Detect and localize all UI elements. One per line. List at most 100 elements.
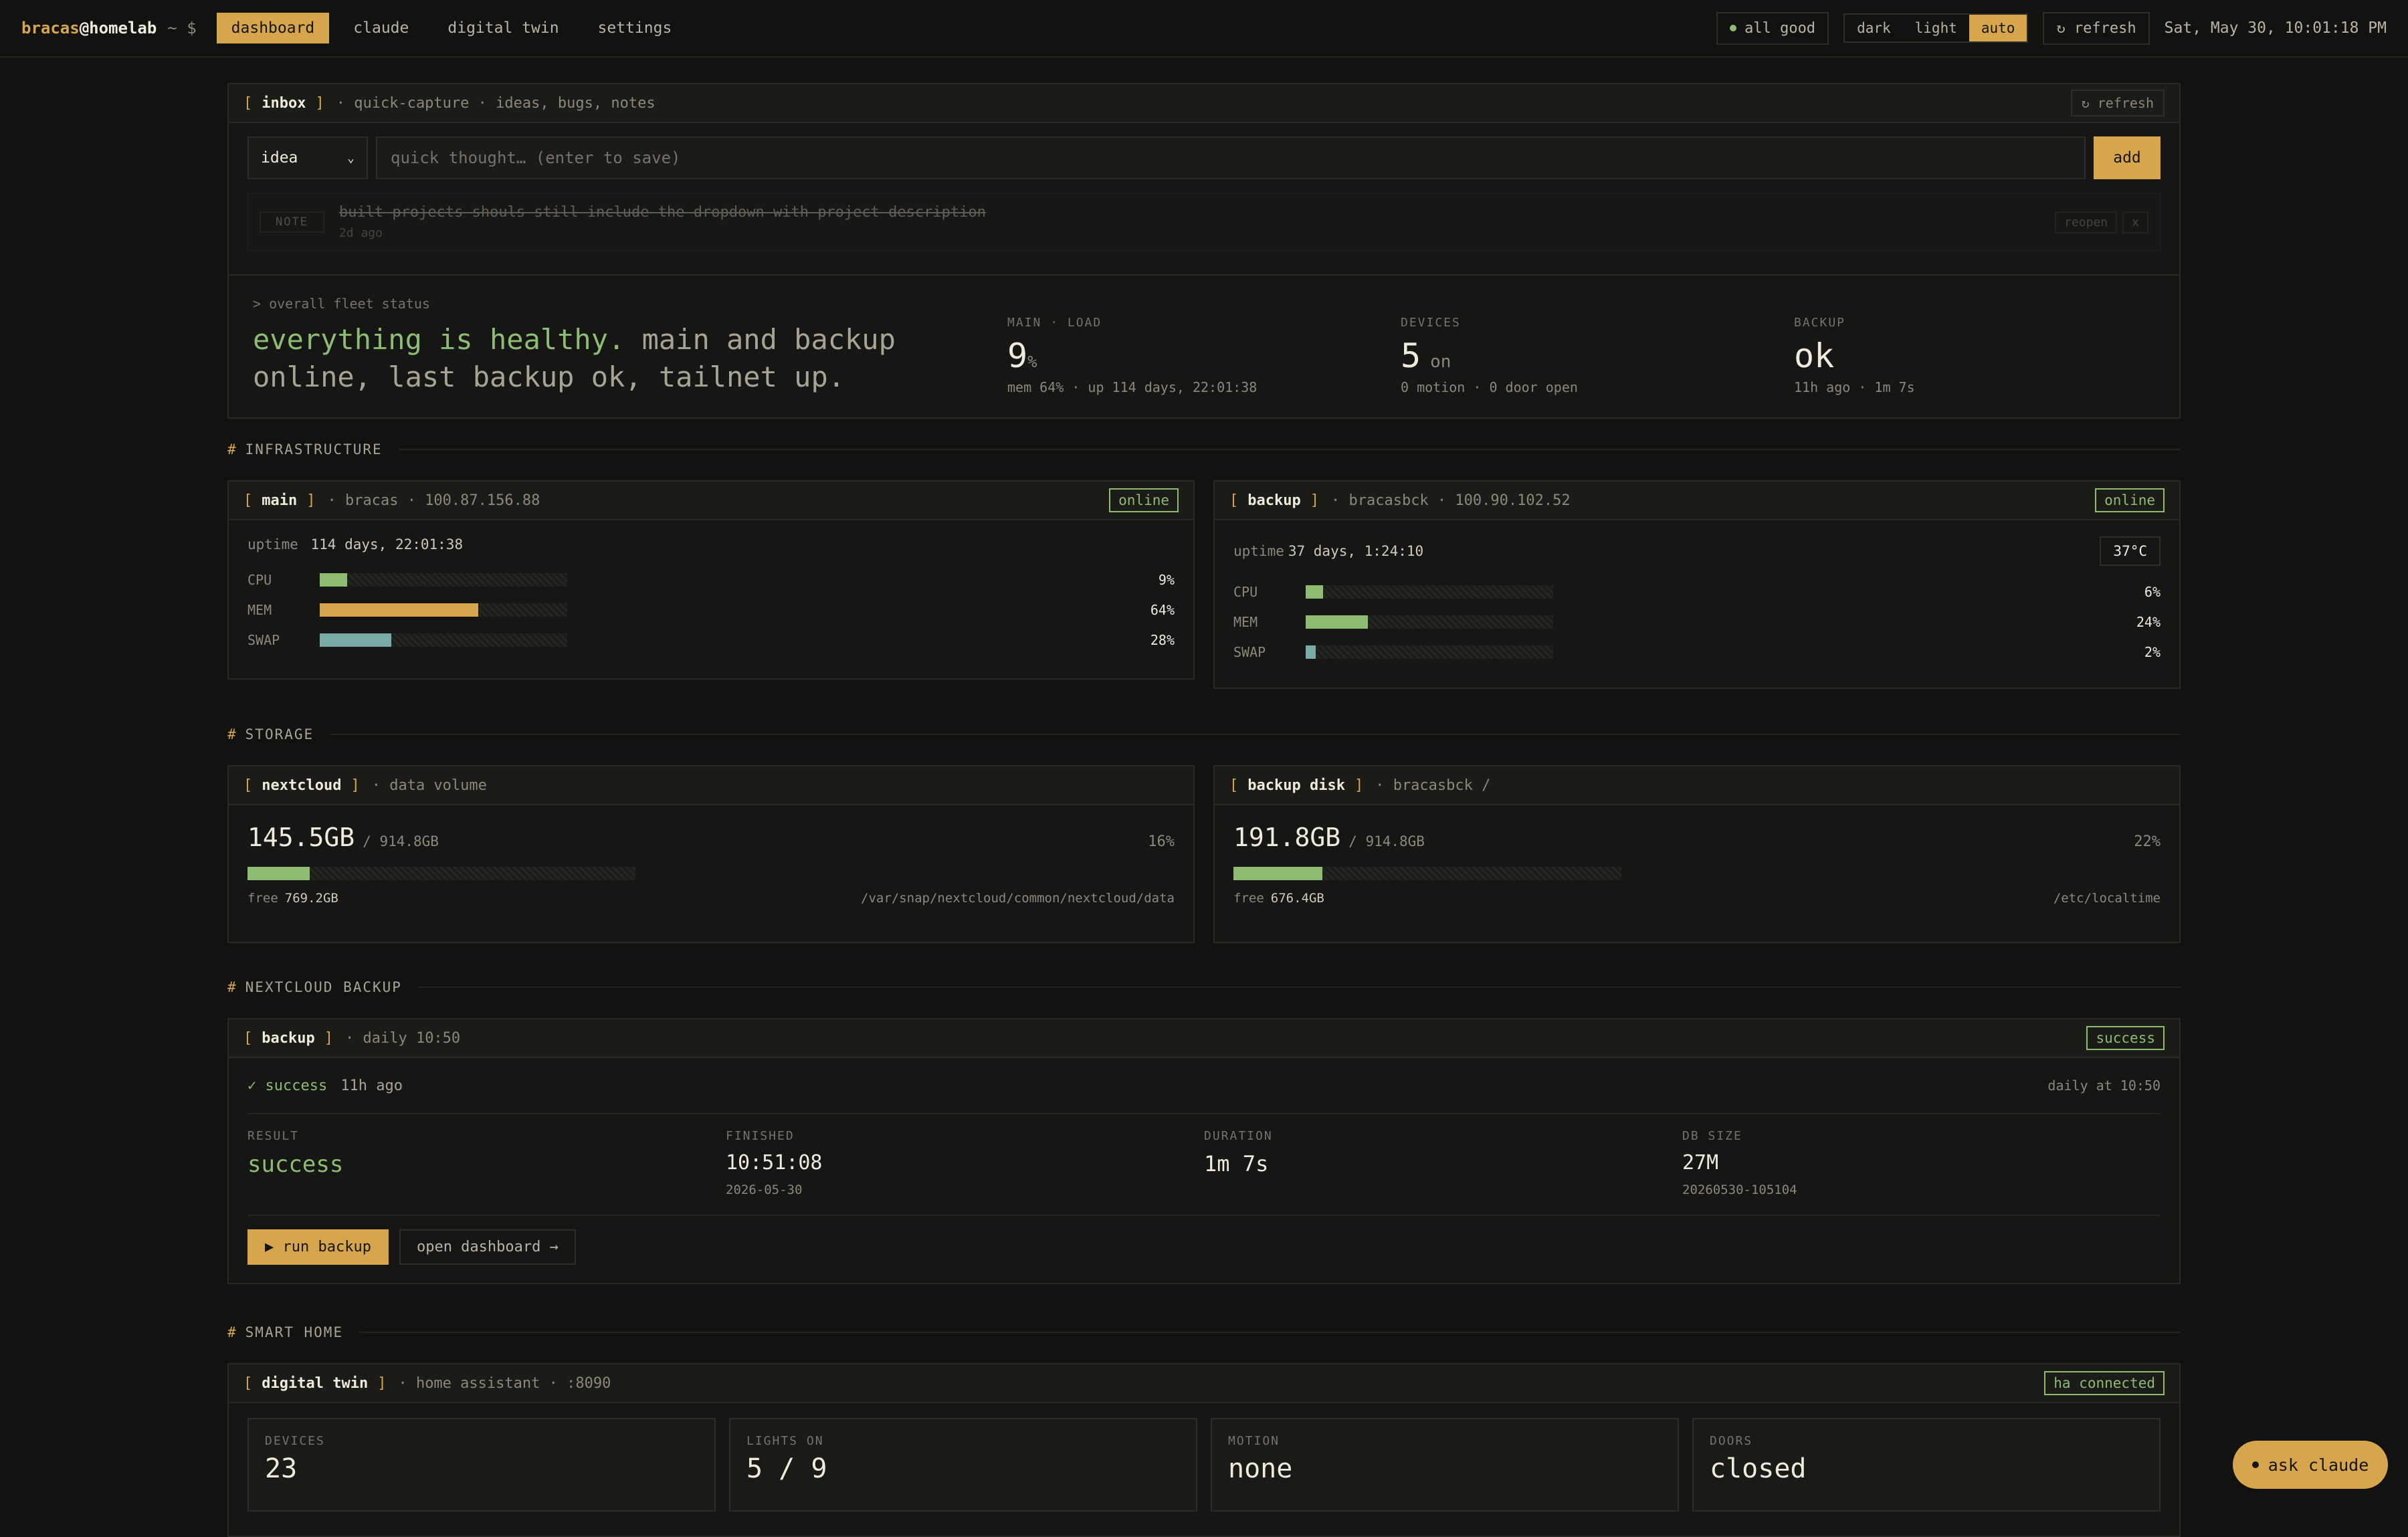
digital-twin-header: [ digital twin ] · home assistant · :809… [229,1364,2179,1403]
storage-bar [1233,867,1621,880]
inbox-header: [ inbox ] · quick-capture · ideas, bugs,… [229,84,2179,123]
storage-bar-fill [247,867,310,880]
fleet-summary: everything is healthy. main and backup o… [253,321,922,396]
stat-backup: BACKUP ok 11h ago · 1m 7s [1794,316,1915,395]
result-label: RESULT [247,1129,300,1143]
metric-value: 9% [1158,571,1175,588]
note-age: 2d ago [338,226,383,240]
note-reopen-button[interactable]: reopen [2055,211,2118,233]
top-right-controls: all good dark light auto ↻ refresh Sat, … [1716,11,2387,45]
metric-row-mem: MEM 64% [247,595,1175,625]
tile-value: 23 [265,1453,298,1484]
metric-value: 24% [2136,613,2161,630]
metric-row-swap: SWAP 28% [247,625,1175,655]
storage-subtitle: · data volume [371,777,487,794]
metric-bar [320,573,567,587]
inbox-refresh-button[interactable]: ↻ refresh [2070,90,2165,116]
bracket-open: [ [1229,492,1239,509]
backup-subtitle: · daily 10:50 [344,1029,461,1047]
host-metrics: CPU 9% MEM 64% SWAP 28% [229,552,1193,655]
nav-claude[interactable]: claude [338,13,423,43]
backup-duration: DURATION 1m 7s [1204,1114,1682,1215]
bracket-close: ] [315,94,324,112]
metric-label: MEM [247,601,272,618]
tile-lights-on[interactable]: LIGHTS ON 5 / 9 [729,1418,1197,1512]
finished-label: FINISHED [726,1129,795,1143]
metric-bar-fill [1306,585,1323,599]
theme-dark-button[interactable]: dark [1845,15,1903,41]
section-hash: # [227,1324,237,1340]
metric-row-cpu: CPU 6% [1233,577,2161,607]
ask-claude-label: ask claude [2268,1455,2369,1475]
add-button[interactable]: add [2094,136,2161,179]
metric-bar-fill [320,633,392,647]
theme-light-button[interactable]: light [1903,15,1969,41]
main-content: [ inbox ] · quick-capture · ideas, bugs,… [227,83,2181,1537]
backup-db-size: DB SIZE 27M 20260530-105104 [1682,1114,2161,1215]
fleet-healthy: everything is healthy. [253,323,625,356]
nav-dashboard[interactable]: dashboard [216,13,330,43]
theme-auto-button[interactable]: auto [1969,15,2027,41]
uptime-value: 37 days, 1:24:10 [1288,543,1424,559]
uptime-label: uptime [247,536,298,552]
temperature-badge: 37°C [2100,536,2161,566]
tile-doors[interactable]: DOORS closed [1692,1418,2161,1512]
metric-bar [320,633,567,647]
system-status-pill[interactable]: all good [1716,11,1829,45]
metric-value: 6% [2144,583,2161,600]
stat-main-load: MAIN · LOAD 9% mem 64% · up 114 days, 22… [1007,316,1257,395]
bracket-open: [ [243,492,253,509]
digital-twin-card: [ digital twin ] · home assistant · :809… [227,1363,2181,1537]
stat-value: 5 [1401,336,1421,375]
section-hash: # [227,979,237,995]
refresh-button[interactable]: ↻ refresh [2043,11,2150,45]
ask-claude-button[interactable]: ask claude [2233,1441,2388,1489]
bracket-open: [ [243,777,253,794]
stat-sub: 11h ago · 1m 7s [1794,379,1915,395]
backup-status-badge: success [2086,1026,2165,1050]
uptime-value: 114 days, 22:01:38 [310,536,464,552]
top-bar: bracas @homelab ~ $ dashboard claude dig… [0,0,2408,58]
tile-value: none [1228,1453,1293,1484]
metric-label: SWAP [1233,643,1266,660]
quick-thought-placeholder: quick thought… (enter to save) [391,148,681,167]
digital-twin-subtitle: · home assistant · :8090 [398,1374,611,1392]
storage-path: /etc/localtime [2053,891,2161,906]
metric-value: 2% [2144,643,2161,660]
backup-card: [ backup ] · daily 10:50 success ✓ succe… [227,1018,2181,1284]
finished-date: 2026-05-30 [726,1183,803,1197]
theme-switcher: dark light auto [1843,13,2029,43]
section-divider [417,987,2181,988]
tile-motion[interactable]: MOTION none [1211,1418,1679,1512]
tile-devices[interactable]: DEVICES 23 [247,1418,716,1512]
nav-digital-twin[interactable]: digital twin [433,13,573,43]
stat-sub: 0 motion · 0 door open [1401,379,1578,395]
metric-label: CPU [247,571,272,588]
tile-label: LIGHTS ON [746,1434,824,1448]
run-backup-button[interactable]: ▶ run backup [247,1229,389,1265]
bracket-open: [ [1229,777,1239,794]
duration-value: 1m 7s [1204,1151,1269,1176]
metric-value: 64% [1150,601,1175,618]
stat-unit: % [1027,352,1037,371]
capture-type-select[interactable]: idea ⌄ [247,136,368,179]
quick-thought-input[interactable]: quick thought… (enter to save) [376,136,2086,179]
nav-settings[interactable]: settings [583,13,687,43]
section-title: SMART HOME [245,1324,344,1340]
bracket-close: ] [377,1374,387,1392]
storage-footer: free 676.4GB /etc/localtime [1215,880,2179,906]
digital-twin-title: digital twin [262,1374,369,1392]
storage-name: backup disk [1247,777,1345,794]
host-header: [ main ] · bracas · 100.87.156.88 online [229,482,1193,520]
metric-value: 28% [1150,631,1175,648]
storage-used: 145.5GB [247,823,355,852]
host-card-backup: [ backup ] · bracasbck · 100.90.102.52 o… [1213,480,2181,689]
backup-header: [ backup ] · daily 10:50 success [229,1019,2179,1058]
note-close-button[interactable]: x [2122,211,2148,233]
storage-footer: free 769.2GB /var/snap/nextcloud/common/… [229,880,1193,906]
tile-label: MOTION [1228,1434,1280,1448]
section-divider [359,1332,2181,1333]
open-dashboard-button[interactable]: open dashboard → [399,1229,576,1265]
storage-bar [247,867,635,880]
fleet-status: > overall fleet status everything is hea… [229,274,2179,419]
